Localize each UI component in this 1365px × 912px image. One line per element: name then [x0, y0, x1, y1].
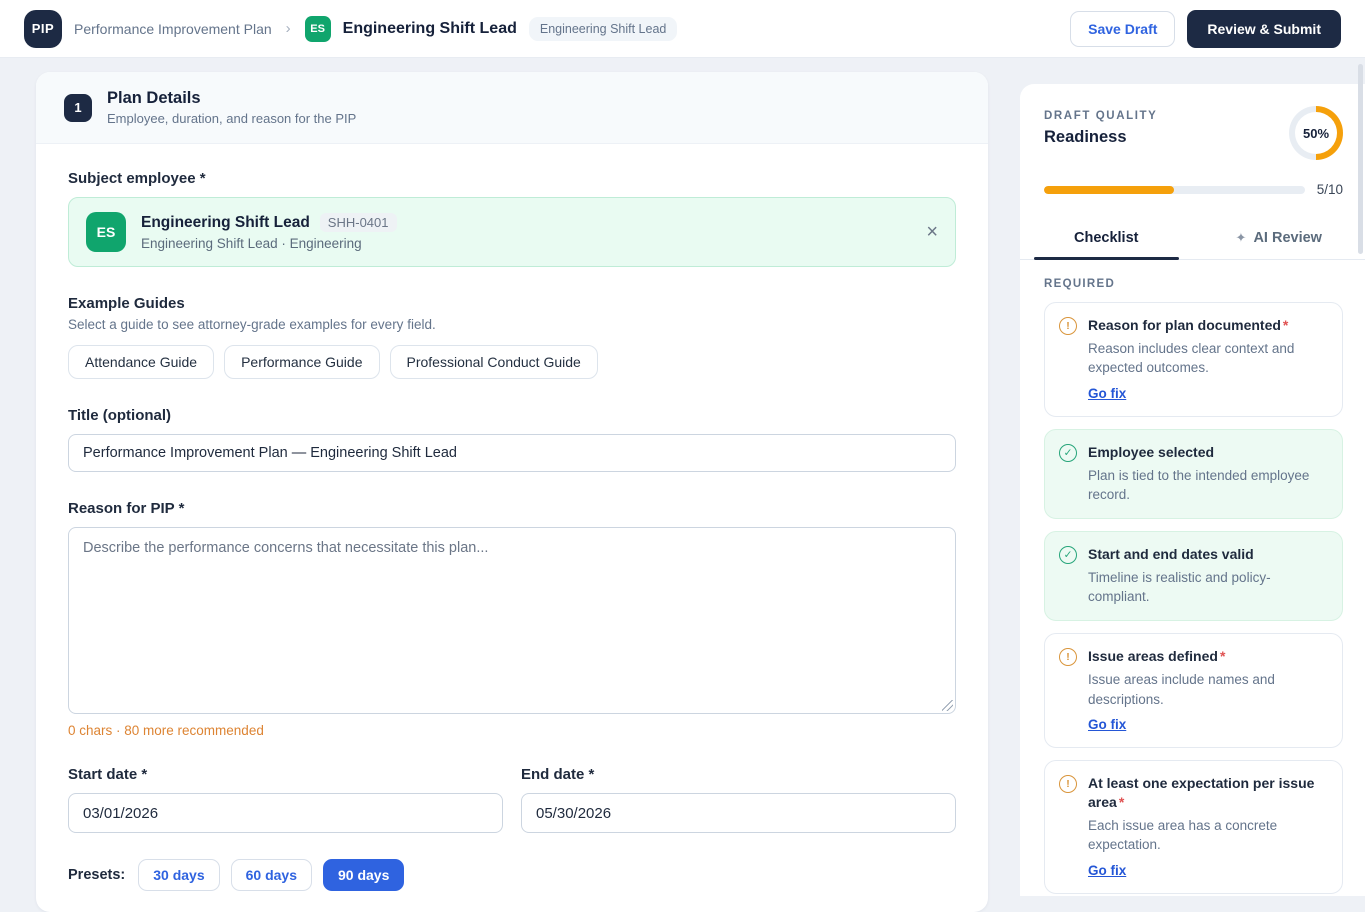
entity-tag-badge: Engineering Shift Lead [529, 17, 677, 41]
checklist-item-desc: Each issue area has a concrete expectati… [1088, 816, 1328, 855]
step-subtitle: Employee, duration, and reason for the P… [107, 111, 356, 126]
checklist-item-desc: Plan is tied to the intended employee re… [1088, 466, 1328, 505]
go-fix-link[interactable]: Go fix [1088, 863, 1126, 878]
checklist-item: ✓ Start and end dates valid Timeline is … [1044, 531, 1343, 621]
check-icon: ✓ [1059, 444, 1077, 462]
tab-checklist[interactable]: Checklist [1020, 219, 1193, 259]
breadcrumb[interactable]: Performance Improvement Plan [74, 21, 272, 37]
tab-ai-review[interactable]: ✦ AI Review [1193, 219, 1365, 259]
title-input[interactable] [68, 434, 956, 472]
end-date-label: End date * [521, 766, 956, 783]
checklist-item: ! At least one expectation per issue are… [1044, 760, 1343, 894]
quality-sidebar: DRAFT QUALITY Readiness 50% 5/10 Checkli… [1020, 84, 1365, 896]
readiness-score: 5/10 [1317, 182, 1343, 197]
employee-name: Engineering Shift Lead [141, 214, 310, 232]
checklist-item: ! Reason for plan documented* Reason inc… [1044, 302, 1343, 417]
warning-icon: ! [1059, 648, 1077, 666]
char-counter: 0 chars · 80 more recommended [68, 723, 956, 738]
attendance-guide-button[interactable]: Attendance Guide [68, 345, 214, 379]
top-bar: PIP Performance Improvement Plan › ES En… [0, 0, 1365, 58]
presets-label: Presets: [68, 867, 125, 883]
required-section-label: REQUIRED [1044, 278, 1343, 290]
readiness-percent: 50% [1295, 112, 1337, 154]
reason-field-section: Reason for PIP * 0 chars · 80 more recom… [68, 500, 956, 738]
chevron-right-icon: › [286, 20, 291, 37]
required-asterisk: * [1119, 794, 1124, 810]
check-icon: ✓ [1059, 546, 1077, 564]
checklist: ! Reason for plan documented* Reason inc… [1044, 302, 1343, 896]
readiness-bar-fill [1044, 186, 1174, 194]
readiness-ring: 50% [1289, 106, 1343, 160]
checklist-item-title: Employee selected [1088, 444, 1214, 460]
draft-quality-label: DRAFT QUALITY [1044, 110, 1157, 122]
sparkles-icon: ✦ [1236, 230, 1247, 246]
warning-icon: ! [1059, 775, 1077, 793]
selected-employee-card: ES Engineering Shift Lead SHH-0401 Engin… [68, 197, 956, 267]
required-asterisk: * [1283, 317, 1288, 333]
step-title: Plan Details [107, 89, 356, 108]
review-submit-button[interactable]: Review & Submit [1187, 10, 1341, 48]
presets-section: Presets: 30 days 60 days 90 days [68, 859, 956, 891]
app-logo: PIP [24, 10, 62, 48]
preset-90-days-button[interactable]: 90 days [323, 859, 404, 891]
performance-guide-button[interactable]: Performance Guide [224, 345, 379, 379]
checklist-item-title: Issue areas defined [1088, 648, 1218, 664]
dates-section: Start date * End date * [68, 766, 956, 833]
employee-id-badge: SHH-0401 [320, 213, 397, 232]
checklist-item-desc: Reason includes clear context and expect… [1088, 339, 1328, 378]
checklist-item: ! Issue areas defined* Issue areas inclu… [1044, 633, 1343, 748]
entity-badge: ES [305, 16, 331, 42]
save-draft-button[interactable]: Save Draft [1070, 11, 1175, 47]
header-actions: Save Draft Review & Submit [1070, 10, 1341, 48]
start-date-input[interactable] [68, 793, 503, 833]
end-date-input[interactable] [521, 793, 956, 833]
professional-conduct-guide-button[interactable]: Professional Conduct Guide [390, 345, 598, 379]
sidebar-tabs: Checklist ✦ AI Review [1020, 219, 1365, 260]
title-label: Title (optional) [68, 407, 956, 424]
employee-avatar: ES [86, 212, 126, 252]
checklist-item-title: Start and end dates valid [1088, 546, 1254, 562]
subject-employee-label: Subject employee * [68, 170, 956, 187]
go-fix-link[interactable]: Go fix [1088, 717, 1126, 732]
draft-quality-header: DRAFT QUALITY Readiness 50% [1044, 110, 1343, 160]
step-number: 1 [64, 94, 92, 122]
entity-name: Engineering Shift Lead [343, 20, 517, 38]
checklist-item-title: Reason for plan documented [1088, 317, 1281, 333]
required-asterisk: * [1220, 648, 1225, 664]
readiness-bar-track [1044, 186, 1305, 194]
go-fix-link[interactable]: Go fix [1088, 386, 1126, 401]
title-field-section: Title (optional) [68, 407, 956, 472]
warning-icon: ! [1059, 317, 1077, 335]
form-body: Subject employee * ES Engineering Shift … [36, 144, 988, 912]
example-guides-title: Example Guides [68, 295, 956, 312]
step-header: 1 Plan Details Employee, duration, and r… [36, 72, 988, 144]
start-date-label: Start date * [68, 766, 503, 783]
reason-textarea[interactable] [68, 527, 956, 714]
checklist-item-desc: Issue areas include names and descriptio… [1088, 670, 1328, 709]
checklist-item-desc: Timeline is realistic and policy-complia… [1088, 568, 1328, 607]
remove-employee-button[interactable]: × [926, 222, 938, 242]
checklist-item: ✓ Employee selected Plan is tied to the … [1044, 429, 1343, 519]
readiness-title: Readiness [1044, 128, 1157, 147]
tab-checklist-label: Checklist [1074, 230, 1138, 246]
readiness-bar-row: 5/10 [1044, 182, 1343, 197]
page-scrollbar[interactable] [1358, 64, 1363, 254]
preset-60-days-button[interactable]: 60 days [231, 859, 312, 891]
example-guides-section: Example Guides Select a guide to see att… [68, 295, 956, 379]
example-guides-subtitle: Select a guide to see attorney-grade exa… [68, 317, 956, 332]
tab-ai-review-label: AI Review [1253, 230, 1322, 246]
reason-label: Reason for PIP * [68, 500, 956, 517]
employee-meta: Engineering Shift Lead · Engineering [141, 236, 397, 251]
preset-30-days-button[interactable]: 30 days [138, 859, 219, 891]
plan-details-card: 1 Plan Details Employee, duration, and r… [36, 72, 988, 912]
